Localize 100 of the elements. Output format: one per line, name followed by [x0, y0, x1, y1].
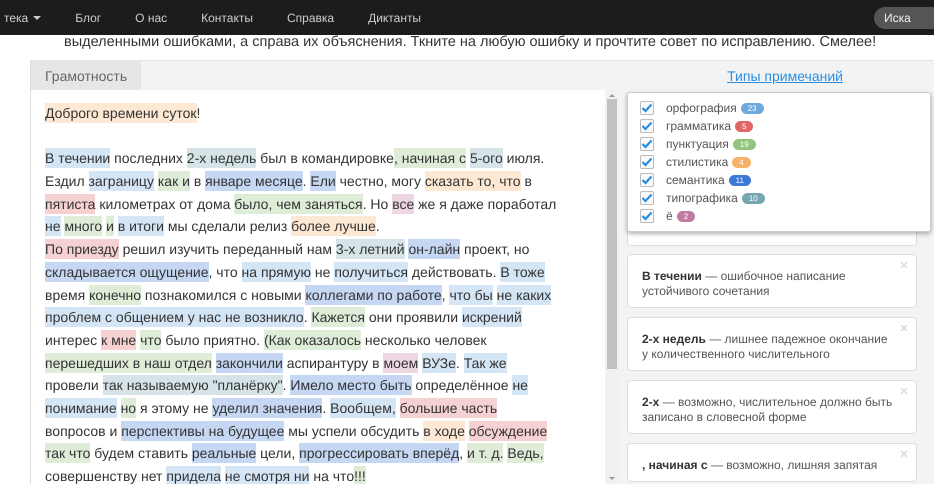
error-highlight[interactable]: Ели: [310, 171, 336, 192]
text-span: . Но: [362, 196, 390, 212]
error-highlight[interactable]: (Как оказалось: [264, 330, 362, 350]
error-highlight[interactable]: в итоги: [118, 216, 164, 236]
error-highlight[interactable]: сказать то, что: [424, 171, 521, 192]
note-card[interactable]: , начиная с — возможно, лишняя запятая: [627, 443, 917, 482]
error-highlight[interactable]: По приезду: [45, 239, 119, 260]
error-highlight[interactable]: в ходе: [423, 420, 465, 441]
checkbox[interactable]: [640, 191, 654, 205]
error-highlight[interactable]: складывается ощущение: [45, 262, 209, 282]
error-highlight[interactable]: конечно: [89, 284, 142, 304]
error-highlight[interactable]: уделил значения: [212, 398, 322, 418]
checkbox[interactable]: [640, 209, 654, 223]
error-highlight[interactable]: не: [512, 375, 528, 396]
error-highlight[interactable]: Имело место быть: [290, 375, 412, 396]
error-highlight[interactable]: Вообщем,: [330, 398, 396, 418]
scroll-down-icon[interactable]: [609, 477, 615, 480]
error-highlight[interactable]: что: [140, 330, 162, 350]
error-highlight[interactable]: , начиная с: [394, 148, 466, 168]
close-icon[interactable]: [900, 450, 908, 458]
error-highlight[interactable]: все: [392, 194, 414, 214]
error-highlight[interactable]: большие часть: [400, 398, 498, 418]
error-highlight[interactable]: на прямую: [242, 262, 312, 282]
error-highlight[interactable]: более лучше: [291, 216, 376, 236]
text-span: не: [314, 264, 332, 280]
error-highlight[interactable]: понимание: [45, 398, 117, 418]
text-span: .: [322, 400, 328, 416]
text-span: мы успели обсудить: [287, 422, 420, 439]
error-highlight[interactable]: он-лайн: [408, 239, 460, 260]
error-highlight[interactable]: так что: [45, 443, 90, 464]
error-highlight[interactable]: Ведь,: [507, 443, 544, 464]
error-highlight[interactable]: так называемую "планёрку": [102, 375, 283, 396]
text-span: честно, могу: [338, 173, 422, 190]
text-span: познакомился с новыми: [144, 286, 303, 302]
error-highlight[interactable]: как и: [158, 171, 190, 192]
error-highlight[interactable]: 2-х недель: [186, 148, 256, 168]
error-highlight[interactable]: январе месяце: [205, 171, 303, 192]
error-highlight[interactable]: и т. д.: [467, 443, 504, 464]
error-highlight[interactable]: Кажется: [311, 307, 365, 328]
text-span: будем ставить: [93, 445, 190, 462]
close-icon[interactable]: [900, 387, 908, 395]
checkbox[interactable]: [640, 137, 654, 151]
nav-link[interactable]: Контакты: [184, 10, 270, 24]
error-highlight[interactable]: ВУЗе: [422, 352, 456, 373]
error-highlight[interactable]: !!!: [354, 466, 366, 484]
category-label: грамматика: [666, 119, 732, 133]
nav-link[interactable]: О нас: [118, 10, 184, 24]
checkbox[interactable]: [640, 119, 654, 133]
error-highlight[interactable]: пятиста: [45, 194, 96, 214]
checkbox[interactable]: [640, 155, 654, 169]
error-highlight[interactable]: придела: [166, 466, 221, 484]
error-highlight[interactable]: Так же: [464, 352, 507, 373]
nav-link[interactable]: Блог: [58, 10, 118, 24]
intro-text: выделенными ошибками, а справа их объяснения. Ткните на любую ошибку и прочтите совет по исправлению. Смелее!: [63, 35, 878, 52]
error-highlight[interactable]: коллегами по работе: [305, 284, 442, 304]
error-highlight[interactable]: моем: [383, 352, 418, 373]
category-label: ё: [666, 209, 673, 223]
error-highlight[interactable]: Доброго времени суток: [45, 103, 197, 123]
error-highlight[interactable]: 5-ого: [470, 148, 503, 168]
error-highlight[interactable]: прогрессировать вперёд: [299, 443, 460, 464]
close-icon[interactable]: [900, 324, 908, 332]
text-span: , что: [208, 264, 239, 280]
error-highlight[interactable]: перспективы на будущее: [121, 420, 284, 441]
error-highlight[interactable]: закончили: [216, 352, 283, 373]
checkbox[interactable]: [640, 173, 654, 187]
error-highlight[interactable]: не: [45, 216, 61, 236]
nav-link[interactable]: тека: [0, 10, 58, 24]
search-field[interactable]: Иска: [874, 6, 934, 28]
error-highlight[interactable]: к мне: [101, 330, 136, 350]
tab[interactable]: Грамотность: [31, 61, 142, 90]
error-highlight[interactable]: было, чем заняться: [234, 194, 363, 214]
error-highlight[interactable]: реальные: [192, 443, 256, 464]
error-highlight[interactable]: искрений: [462, 307, 522, 328]
error-highlight[interactable]: 3-х летний: [336, 239, 405, 260]
error-highlight[interactable]: не смотря ни: [224, 466, 310, 484]
note-card[interactable]: 2-х — возможно, числительное должно быть записано в словесной форме: [627, 380, 917, 434]
error-highlight[interactable]: перешедших в наш отдел: [45, 352, 212, 373]
text-span: .: [304, 309, 309, 326]
scrollbar[interactable]: [605, 90, 619, 484]
error-highlight[interactable]: проблем с общением у нас не возникло: [45, 307, 304, 328]
error-highlight[interactable]: что бы: [449, 284, 493, 304]
note-card[interactable]: 2-х недель — лишнее падежное окончание у количественного числительного: [627, 317, 917, 371]
error-highlight[interactable]: обсуждение: [468, 420, 548, 441]
nav-link[interactable]: Диктанты: [351, 10, 438, 24]
count-badge: 23: [740, 102, 764, 114]
text-span: вопросов и: [45, 422, 118, 439]
note-card[interactable]: В течении — ошибочное написание устойчивого сочетания: [627, 254, 917, 308]
text-span: ,: [459, 445, 464, 462]
close-icon[interactable]: [900, 261, 908, 269]
error-highlight[interactable]: заграницу: [88, 171, 154, 192]
error-highlight[interactable]: В тоже: [500, 262, 545, 282]
scroll-thumb[interactable]: [607, 99, 617, 369]
error-highlight[interactable]: много: [64, 216, 102, 236]
error-highlight[interactable]: и: [106, 216, 114, 236]
error-highlight[interactable]: получиться: [334, 262, 408, 282]
error-highlight[interactable]: В течении: [45, 148, 110, 168]
error-highlight[interactable]: не каких: [496, 284, 552, 304]
error-highlight[interactable]: но: [120, 398, 136, 418]
checkbox[interactable]: [640, 101, 654, 115]
nav-link[interactable]: Справка: [270, 10, 352, 24]
